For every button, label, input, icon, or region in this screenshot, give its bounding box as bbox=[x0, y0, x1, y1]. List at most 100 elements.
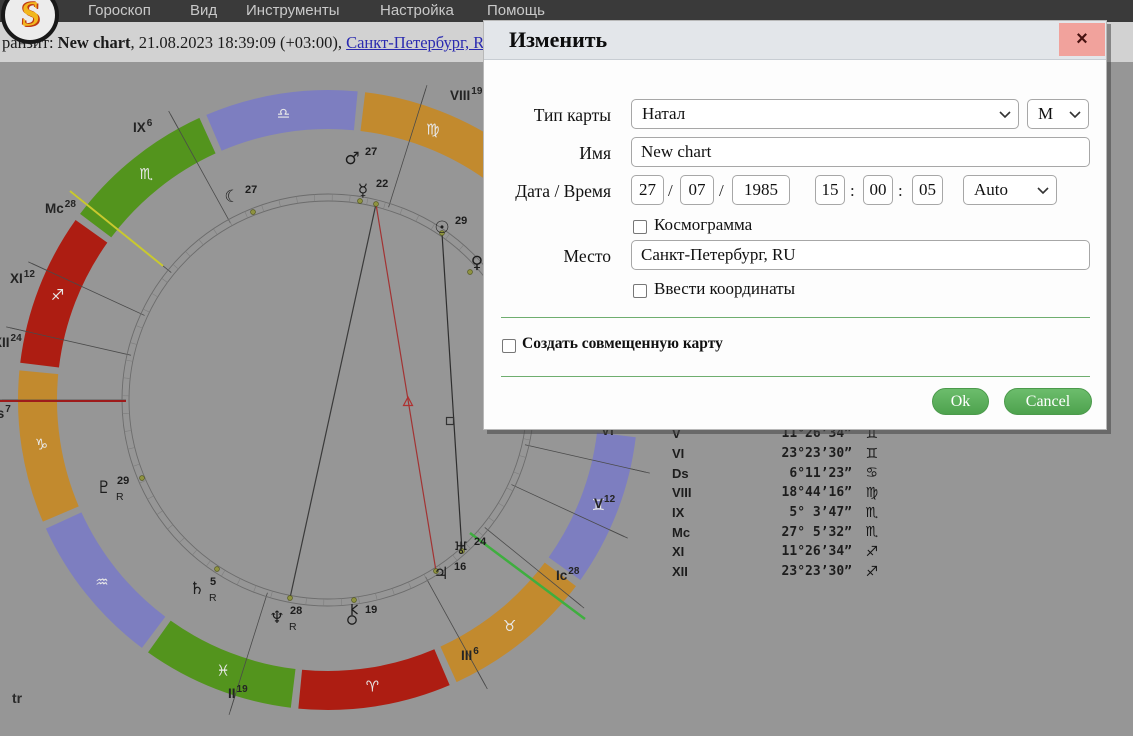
house-label: VIII bbox=[672, 485, 722, 500]
divider bbox=[501, 317, 1090, 318]
sign-glyph-pisces: ♓ bbox=[216, 661, 229, 679]
svg-text:24: 24 bbox=[474, 536, 487, 548]
planet-neptune: ♆28R bbox=[269, 605, 302, 633]
degree-tick bbox=[147, 496, 153, 499]
hour-input[interactable] bbox=[815, 175, 845, 205]
cosmogram-label: Космограмма bbox=[654, 215, 752, 235]
degree-tick bbox=[279, 200, 281, 207]
sign-glyph-libra: ♎ bbox=[277, 104, 290, 122]
day-input[interactable] bbox=[631, 175, 664, 205]
aspect-line-mercury-neptune bbox=[290, 204, 376, 598]
time-separator: : bbox=[850, 181, 855, 201]
enter-coordinates-checkbox[interactable] bbox=[633, 284, 647, 298]
timezone-value: Auto bbox=[974, 180, 1008, 200]
house-degrees: 18°44’16” bbox=[722, 485, 852, 500]
house-degrees: 5° 3’47” bbox=[722, 505, 852, 520]
svg-text:22: 22 bbox=[376, 178, 388, 190]
sign-glyph-aries: ♈ bbox=[366, 678, 379, 696]
second-input[interactable] bbox=[912, 175, 943, 205]
combined-chart-checkbox[interactable] bbox=[502, 339, 516, 353]
degree-tick bbox=[199, 239, 203, 244]
degree-tick bbox=[162, 278, 168, 282]
sign-glyph-aquarius: ♒ bbox=[95, 573, 108, 591]
degree-tick bbox=[514, 472, 521, 475]
degree-tick bbox=[507, 488, 513, 491]
date-separator: / bbox=[719, 181, 724, 201]
nav-view[interactable]: Вид bbox=[190, 2, 217, 19]
close-icon[interactable]: × bbox=[1059, 23, 1105, 56]
planet-dot-neptune bbox=[288, 596, 293, 601]
year-input[interactable] bbox=[732, 175, 790, 205]
degree-tick bbox=[133, 464, 140, 466]
zodiac-sign-icon: ♍ bbox=[852, 485, 878, 501]
degree-tick bbox=[306, 598, 307, 605]
chart-name-input[interactable] bbox=[631, 137, 1090, 167]
planet-dot-moon bbox=[251, 210, 256, 215]
edit-chart-dialog: Изменить × Тип карты Натал М Имя Дата / … bbox=[483, 20, 1107, 430]
nav-settings[interactable]: Настройка bbox=[380, 2, 454, 19]
table-row: XI11°26’34”♐ bbox=[672, 542, 878, 562]
house-cusp-label-XII: XII24 bbox=[0, 333, 22, 350]
nav-help[interactable]: Помощь bbox=[487, 2, 545, 19]
timezone-select[interactable]: Auto bbox=[963, 175, 1057, 205]
logo-letter: S bbox=[18, 0, 42, 35]
chevron-down-icon bbox=[999, 111, 1011, 119]
degree-tick bbox=[229, 219, 232, 225]
svg-text:☾: ☾ bbox=[224, 187, 239, 207]
month-input[interactable] bbox=[680, 175, 714, 205]
degree-tick bbox=[519, 455, 526, 457]
aspect-line-sun-uranus bbox=[442, 233, 462, 551]
sign-glyph-capricorn: ♑ bbox=[35, 435, 48, 453]
planet-dot-mercury bbox=[374, 202, 379, 207]
degree-tick bbox=[459, 245, 464, 250]
house-cusp-label-IX: IX6 bbox=[133, 118, 153, 135]
zodiac-sign-icon: ♊ bbox=[852, 446, 878, 462]
cosmogram-checkbox[interactable] bbox=[633, 220, 647, 234]
gender-select[interactable]: М bbox=[1027, 99, 1089, 129]
gender-value: М bbox=[1038, 104, 1053, 124]
house-label: VI bbox=[672, 446, 722, 461]
table-row: VIII18°44’16”♍ bbox=[672, 483, 878, 503]
degree-tick bbox=[213, 229, 217, 235]
sign-glyph-scorpio: ♏ bbox=[140, 165, 154, 183]
degree-tick bbox=[128, 448, 135, 450]
degree-tick bbox=[358, 597, 359, 604]
name-label: Имя bbox=[484, 143, 611, 164]
transit-marker-label: tr bbox=[12, 690, 22, 706]
degree-tick bbox=[126, 360, 133, 361]
planet-saturn: ♄5R bbox=[189, 576, 217, 604]
datetime-label: Дата / Время bbox=[484, 181, 611, 202]
svg-text:28: 28 bbox=[290, 605, 302, 617]
zodiac-sign-icon: ♋ bbox=[852, 465, 878, 481]
info-place-link[interactable]: Санкт-Петербург, RU bbox=[346, 33, 496, 52]
sign-segment-capricorn bbox=[18, 370, 79, 521]
degree-tick bbox=[237, 579, 240, 585]
date-separator: / bbox=[668, 181, 673, 201]
minute-input[interactable] bbox=[863, 175, 893, 205]
nav-horoscope[interactable]: Гороскоп bbox=[88, 2, 151, 19]
nav-tools[interactable]: Инструменты bbox=[246, 2, 340, 19]
planet-chiron: 19 bbox=[348, 604, 377, 624]
sign-glyph-sagittarius: ♐ bbox=[51, 286, 64, 304]
degree-tick bbox=[296, 196, 297, 203]
svg-text:♅: ♅ bbox=[453, 539, 468, 559]
svg-text:27: 27 bbox=[365, 146, 377, 158]
place-input[interactable] bbox=[631, 240, 1090, 270]
degree-tick bbox=[185, 251, 190, 256]
degree-tick bbox=[489, 518, 495, 522]
top-navbar: Гороскоп Вид Инструменты Настройка Помощ… bbox=[0, 0, 1133, 22]
house-degrees: 6°11’23” bbox=[722, 466, 852, 481]
enter-coordinates-label: Ввести координаты bbox=[654, 279, 795, 299]
table-row: VI23°23’30”♊ bbox=[672, 444, 878, 464]
svg-text:☿: ☿ bbox=[358, 181, 368, 201]
chevron-down-icon bbox=[1037, 187, 1049, 195]
table-row: Mc27° 5’32”♏ bbox=[672, 522, 878, 542]
house-cusp-label-XI: XI12 bbox=[10, 269, 35, 286]
cancel-button[interactable]: Cancel bbox=[1004, 388, 1092, 415]
degree-tick bbox=[179, 538, 184, 543]
degree-tick bbox=[400, 208, 403, 215]
house-cusp-label-As: As7 bbox=[0, 404, 11, 421]
chart-type-select[interactable]: Натал bbox=[631, 99, 1019, 129]
planet-dot-saturn bbox=[215, 567, 220, 572]
ok-button[interactable]: Ok bbox=[932, 388, 989, 415]
